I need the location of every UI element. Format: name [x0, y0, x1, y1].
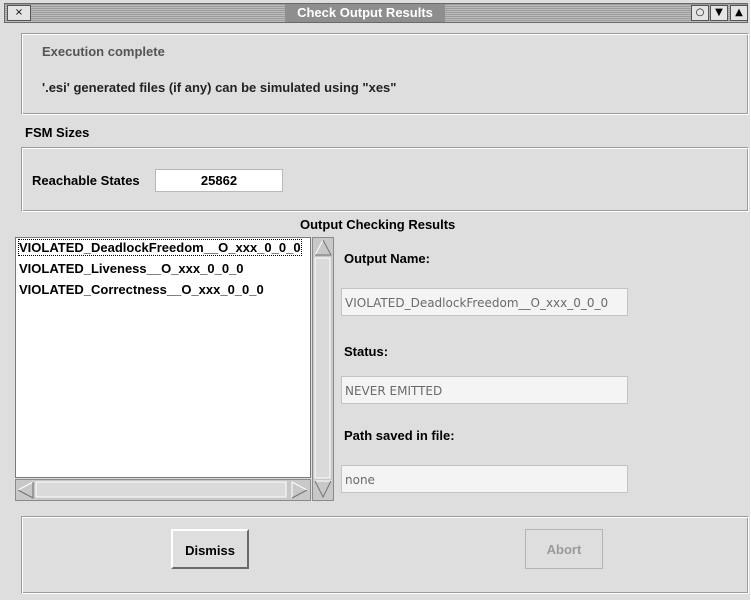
scroll-thumb: [35, 481, 287, 498]
iconify-icon[interactable]: ○: [691, 5, 709, 21]
maximize-icon[interactable]: ▲: [730, 5, 748, 21]
scroll-up-arrow-icon[interactable]: [314, 238, 332, 256]
window-title: Check Output Results: [285, 4, 445, 22]
list-item[interactable]: VIOLATED_Correctness__O_xxx_0_0_0: [19, 282, 264, 297]
list-item[interactable]: VIOLATED_Liveness__O_xxx_0_0_0: [19, 261, 244, 276]
scroll-thumb: [314, 257, 331, 479]
scroll-down-arrow-icon[interactable]: [314, 480, 332, 499]
output-name-label: Output Name:: [344, 251, 430, 266]
scroll-left-arrow-icon[interactable]: [16, 481, 34, 499]
fsm-sizes-title: FSM Sizes: [25, 125, 90, 140]
status-field[interactable]: NEVER EMITTED: [341, 376, 628, 404]
execution-status-text: Execution complete: [42, 44, 165, 59]
path-saved-label: Path saved in file:: [344, 428, 455, 443]
output-name-field[interactable]: VIOLATED_DeadlockFreedom__O_xxx_0_0_0: [341, 288, 628, 316]
abort-button[interactable]: Abort: [525, 529, 603, 569]
list-item[interactable]: VIOLATED_DeadlockFreedom__O_xxx_0_0_0: [18, 239, 302, 256]
dismiss-button[interactable]: Dismiss: [171, 529, 249, 569]
simulation-hint-text: '.esi' generated files (if any) can be s…: [42, 80, 397, 95]
reachable-states-label: Reachable States: [32, 173, 140, 188]
status-label: Status:: [344, 344, 389, 359]
path-saved-field[interactable]: none: [341, 465, 628, 493]
minimize-icon[interactable]: ▼: [710, 5, 728, 21]
list-horizontal-scrollbar[interactable]: [15, 479, 311, 501]
list-vertical-scrollbar[interactable]: [312, 237, 334, 501]
scroll-right-arrow-icon[interactable]: [291, 481, 309, 499]
output-checking-results-title: Output Checking Results: [300, 217, 456, 232]
button-frame: [21, 516, 749, 594]
title-bar[interactable]: × Check Output Results ○ ▼ ▲: [4, 3, 748, 23]
check-output-results-window: × Check Output Results ○ ▼ ▲ Execution c…: [0, 0, 750, 600]
reachable-states-value: 25862: [155, 169, 283, 192]
close-icon[interactable]: ×: [7, 5, 31, 21]
output-results-list[interactable]: VIOLATED_DeadlockFreedom__O_xxx_0_0_0 VI…: [15, 237, 311, 478]
